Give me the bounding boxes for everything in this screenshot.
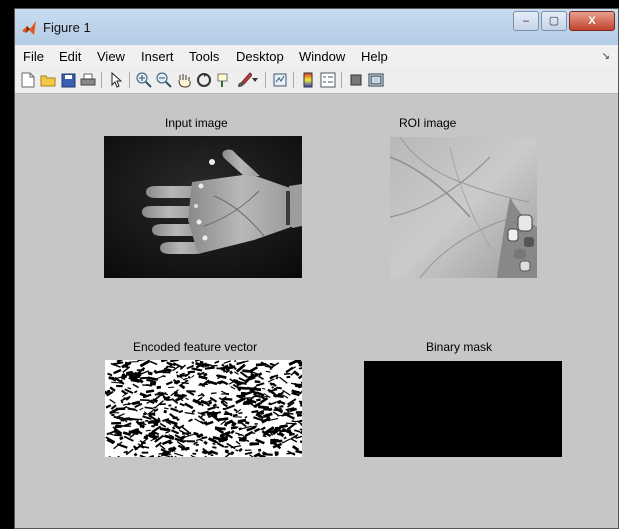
zoom-in-icon[interactable] bbox=[135, 71, 153, 89]
title-bar[interactable]: Figure 1 – ▢ X bbox=[15, 9, 618, 45]
toolbar-separator bbox=[265, 72, 266, 88]
show-plot-tools-icon[interactable] bbox=[367, 71, 385, 89]
menu-window[interactable]: Window bbox=[299, 49, 345, 64]
rotate-3d-icon[interactable] bbox=[195, 71, 213, 89]
data-cursor-icon[interactable] bbox=[215, 71, 233, 89]
save-icon[interactable] bbox=[59, 71, 77, 89]
colorbar-icon[interactable] bbox=[299, 71, 317, 89]
axes-title-roi-image: ROI image bbox=[399, 116, 457, 130]
menu-help[interactable]: Help bbox=[361, 49, 388, 64]
maximize-button[interactable]: ▢ bbox=[541, 11, 567, 31]
close-button[interactable]: X bbox=[569, 11, 615, 31]
roi-image bbox=[390, 137, 537, 278]
toolbar-separator bbox=[293, 72, 294, 88]
axes-title-input-image: Input image bbox=[165, 116, 228, 130]
encoded-feature-image bbox=[105, 360, 302, 457]
open-file-icon[interactable] bbox=[39, 71, 57, 89]
hide-plot-tools-icon[interactable] bbox=[347, 71, 365, 89]
menu-overflow-icon[interactable]: ↘ bbox=[602, 51, 610, 62]
menu-tools[interactable]: Tools bbox=[189, 49, 219, 64]
axes-title-binary-mask: Binary mask bbox=[426, 340, 493, 354]
toolbar-separator bbox=[129, 72, 130, 88]
menu-bar: File Edit View Insert Tools Desktop Wind… bbox=[15, 45, 618, 68]
toolbar-separator bbox=[341, 72, 342, 88]
pan-hand-icon[interactable] bbox=[175, 71, 193, 89]
legend-icon[interactable] bbox=[319, 71, 337, 89]
binary-mask-image bbox=[364, 361, 562, 457]
figure-window: Figure 1 – ▢ X File Edit View Insert Too… bbox=[14, 8, 619, 529]
menu-file[interactable]: File bbox=[23, 49, 44, 64]
menu-desktop[interactable]: Desktop bbox=[236, 49, 284, 64]
input-image bbox=[104, 136, 302, 278]
toolbar-separator bbox=[101, 72, 102, 88]
menu-view[interactable]: View bbox=[97, 49, 125, 64]
print-icon[interactable] bbox=[79, 71, 97, 89]
toolbar bbox=[15, 67, 618, 94]
matlab-logo-icon bbox=[22, 21, 36, 35]
select-arrow-icon[interactable] bbox=[107, 71, 125, 89]
menu-insert[interactable]: Insert bbox=[141, 49, 174, 64]
window-title: Figure 1 bbox=[43, 20, 91, 35]
new-figure-icon[interactable] bbox=[19, 71, 37, 89]
axes-title-encoded-feature-vector: Encoded feature vector bbox=[133, 340, 258, 354]
minimize-button[interactable]: – bbox=[513, 11, 539, 31]
zoom-out-icon[interactable] bbox=[155, 71, 173, 89]
brush-dropdown-icon[interactable] bbox=[251, 71, 259, 89]
link-plot-icon[interactable] bbox=[271, 71, 289, 89]
menu-edit[interactable]: Edit bbox=[59, 49, 81, 64]
